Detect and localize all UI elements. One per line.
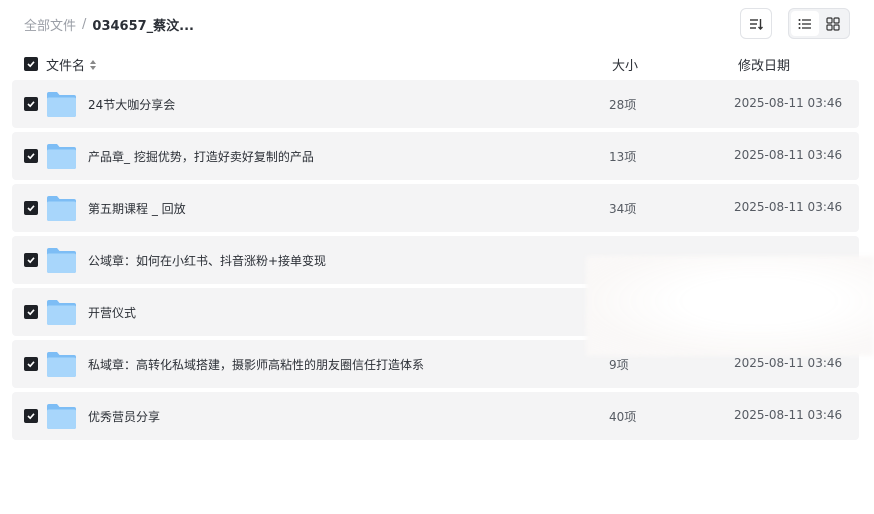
file-name[interactable]: 优秀营员分享 [88, 408, 160, 425]
file-name[interactable]: 产品章_ 挖掘优势，打造好卖好复制的产品 [88, 148, 314, 165]
grid-view-button[interactable] [819, 11, 847, 36]
folder-icon [47, 404, 76, 429]
row-checkbox[interactable] [24, 97, 38, 111]
file-size: 13项 [609, 150, 637, 164]
file-name[interactable]: 第五期课程 _ 回放 [88, 200, 186, 217]
row-checkbox[interactable] [24, 305, 38, 319]
breadcrumb-root-link[interactable]: 全部文件 [24, 15, 76, 34]
column-header-size[interactable]: 大小 [612, 55, 638, 74]
file-modified-date: 2025-08-11 03:46 [734, 408, 843, 422]
file-modified-date: 2025-08-11 03:46 [734, 356, 843, 370]
file-modified-date: 2025-08-11 03:46 [734, 200, 843, 214]
check-icon [27, 413, 35, 420]
file-name[interactable]: 24节大咖分享会 [88, 96, 175, 113]
table-row[interactable]: 24节大咖分享会 28项 2025-08-11 03:46 [12, 80, 859, 128]
sort-toggle-icon [90, 59, 97, 70]
row-checkbox[interactable] [24, 149, 38, 163]
file-name[interactable]: 公域章：如何在小红书、抖音涨粉+接单变现 [88, 252, 326, 269]
column-header-modified[interactable]: 修改日期 [738, 55, 790, 74]
select-all-checkbox[interactable] [24, 57, 38, 71]
file-size: 28项 [609, 98, 637, 112]
grid-view-icon [826, 16, 840, 31]
row-checkbox[interactable] [24, 409, 38, 423]
list-view-icon [798, 18, 811, 29]
check-icon [27, 205, 35, 212]
folder-icon [47, 144, 76, 169]
file-size: 34项 [609, 202, 637, 216]
table-header: 文件名 大小 修改日期 [0, 52, 874, 76]
check-icon [27, 309, 35, 316]
top-bar: 全部文件 / 034657_蔡汶... [0, 0, 874, 48]
breadcrumb-separator: / [82, 17, 87, 32]
list-view-button[interactable] [791, 11, 819, 36]
file-name[interactable]: 私域章：高转化私域搭建，摄影师高粘性的朋友圈信任打造体系 [88, 356, 424, 373]
check-icon [27, 61, 35, 68]
check-icon [27, 361, 35, 368]
file-modified-date: 2025-08-11 03:46 [734, 96, 843, 110]
view-mode-toggle [788, 8, 850, 39]
folder-icon [47, 300, 76, 325]
sort-button[interactable] [740, 8, 772, 39]
folder-icon [47, 92, 76, 117]
blurred-overlay [586, 256, 874, 356]
folder-icon [47, 196, 76, 221]
breadcrumb: 全部文件 / 034657_蔡汶... [24, 15, 194, 34]
table-row[interactable]: 产品章_ 挖掘优势，打造好卖好复制的产品 13项 2025-08-11 03:4… [12, 132, 859, 180]
check-icon [27, 153, 35, 160]
folder-icon [47, 352, 76, 377]
sort-icon [750, 18, 763, 30]
file-modified-date: 2025-08-11 03:46 [734, 148, 843, 162]
table-row[interactable]: 优秀营员分享 40项 2025-08-11 03:46 [12, 392, 859, 440]
row-checkbox[interactable] [24, 253, 38, 267]
row-checkbox[interactable] [24, 201, 38, 215]
column-header-name[interactable]: 文件名 [46, 55, 97, 74]
table-row[interactable]: 第五期课程 _ 回放 34项 2025-08-11 03:46 [12, 184, 859, 232]
file-size: 40项 [609, 410, 637, 424]
file-name[interactable]: 开营仪式 [88, 304, 136, 321]
file-size: 9项 [609, 358, 629, 372]
check-icon [27, 257, 35, 264]
column-header-name-label: 文件名 [46, 59, 86, 74]
row-checkbox[interactable] [24, 357, 38, 371]
breadcrumb-current: 034657_蔡汶... [92, 19, 194, 34]
folder-icon [47, 248, 76, 273]
check-icon [27, 101, 35, 108]
